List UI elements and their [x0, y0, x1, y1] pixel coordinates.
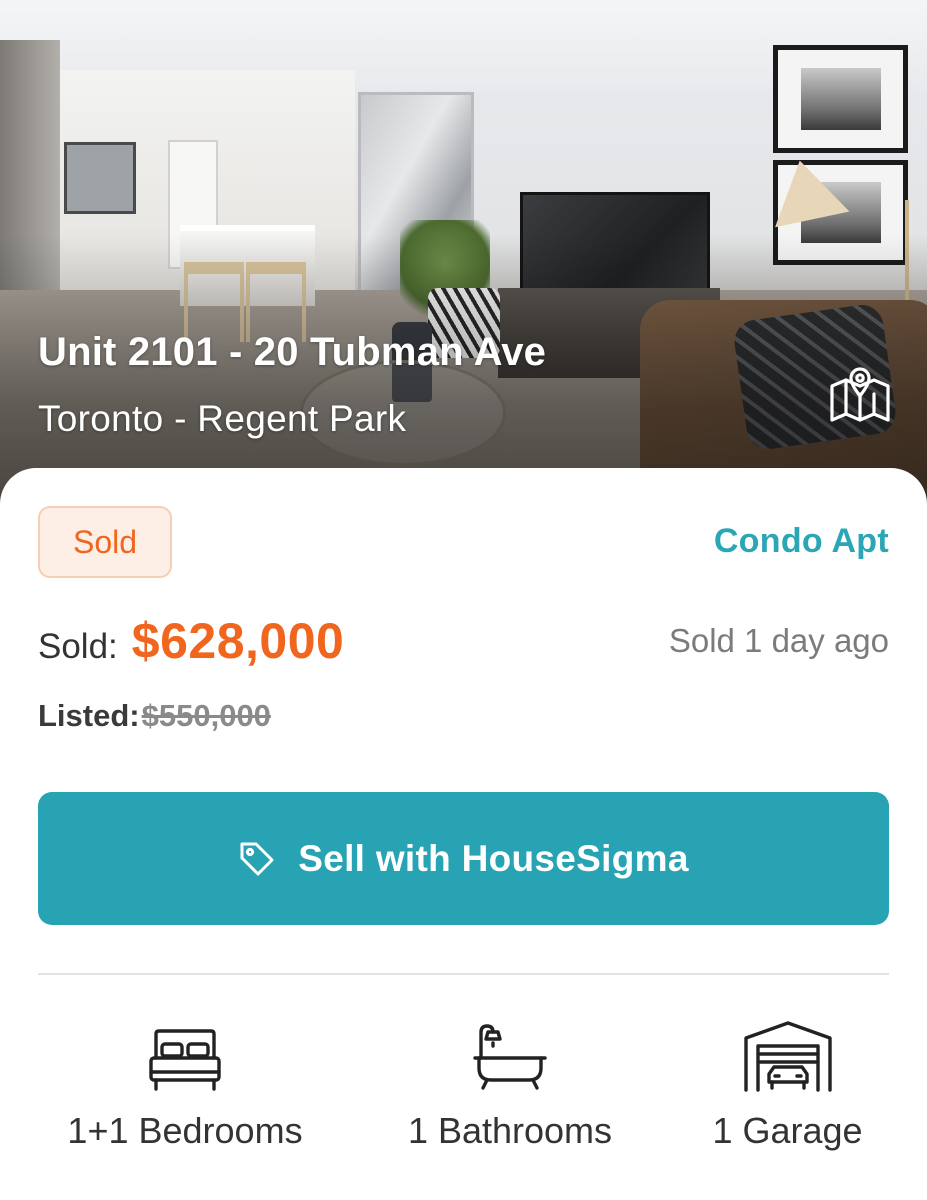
- listed-price-row: Listed: $550,000: [38, 698, 271, 734]
- cta-label: Sell with HouseSigma: [298, 837, 689, 879]
- bed-icon: [40, 1018, 330, 1092]
- sell-with-housesigma-button[interactable]: Sell with HouseSigma: [38, 792, 889, 925]
- bathrooms-label: 1 Bathrooms: [407, 1110, 613, 1151]
- photo-gradient-overlay: [0, 0, 927, 520]
- garage-icon: [680, 1018, 895, 1092]
- listing-title: Unit 2101 - 20 Tubman Ave: [38, 330, 547, 374]
- feature-garage: 1 Garage: [680, 1018, 895, 1152]
- sold-price-row: Sold: $628,000: [38, 612, 344, 670]
- section-divider: [38, 973, 889, 975]
- feature-bedrooms: 1+1 Bedrooms: [40, 1018, 330, 1152]
- garage-label: 1 Garage: [712, 1110, 863, 1151]
- bathtub-icon: [375, 1018, 645, 1092]
- status-badge: Sold: [38, 506, 172, 578]
- listed-price: $550,000: [141, 698, 271, 733]
- sold-price: $628,000: [131, 613, 345, 669]
- bedrooms-label: 1+1 Bedrooms: [67, 1110, 303, 1151]
- listing-photo[interactable]: Unit 2101 - 20 Tubman Ave Toronto - Rege…: [0, 0, 927, 520]
- tag-icon: [238, 840, 276, 878]
- listing-page: Unit 2101 - 20 Tubman Ave Toronto - Rege…: [0, 0, 927, 1200]
- feature-bathrooms: 1 Bathrooms: [375, 1018, 645, 1152]
- sold-label: Sold:: [38, 627, 118, 666]
- map-icon[interactable]: [828, 364, 892, 424]
- sold-date: Sold 1 day ago: [668, 622, 889, 659]
- listing-card: Sold Condo Apt Sold: $628,000 Sold 1 day…: [0, 468, 927, 1200]
- property-type: Condo Apt: [713, 522, 889, 560]
- listing-location: Toronto - Regent Park: [38, 398, 407, 439]
- listed-label: Listed:: [38, 698, 140, 733]
